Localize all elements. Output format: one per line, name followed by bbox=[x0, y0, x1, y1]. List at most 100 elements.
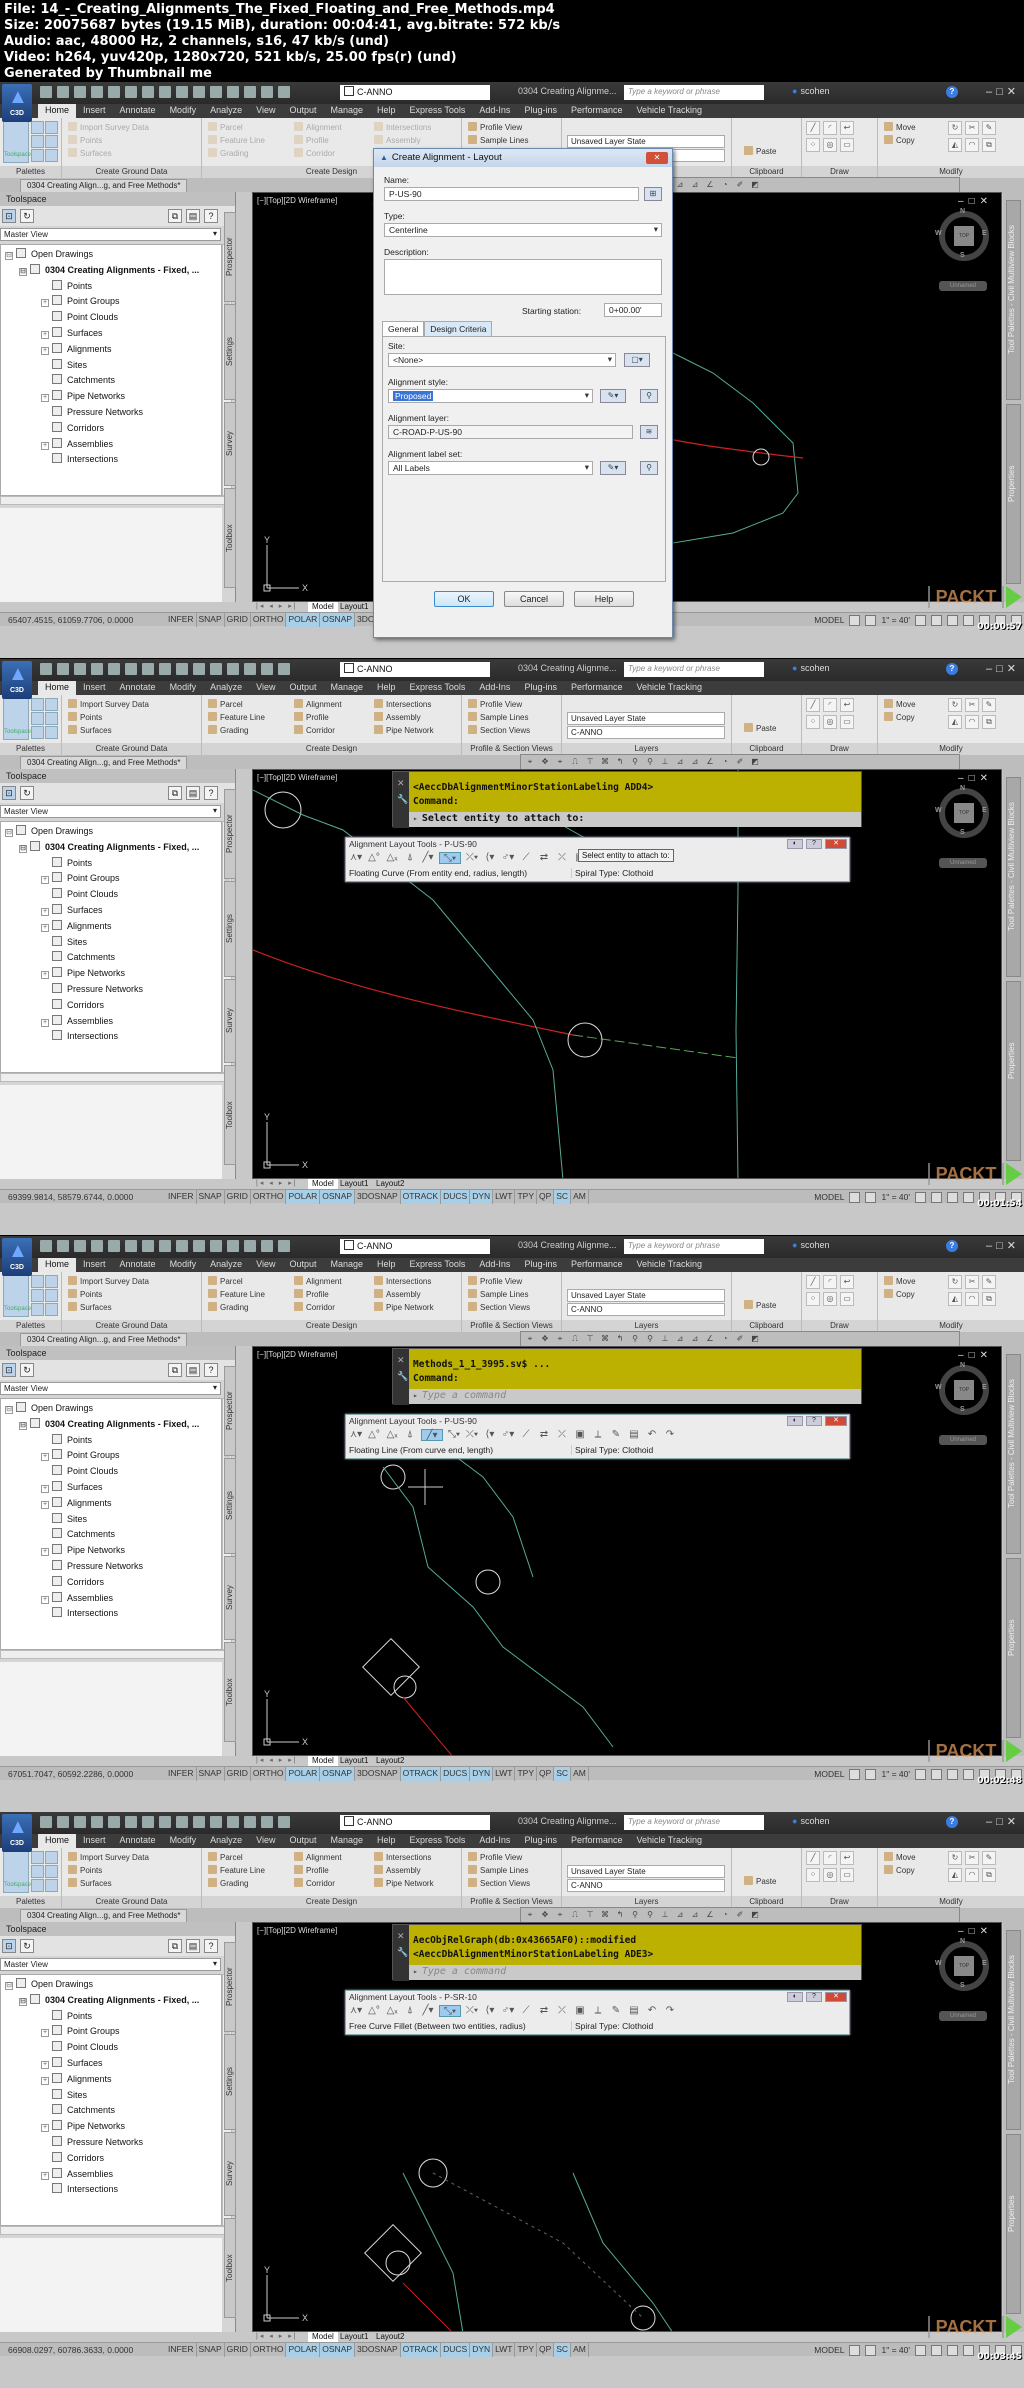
tool-icon[interactable]: ◩ bbox=[750, 180, 760, 190]
line-icon[interactable]: ╱ bbox=[806, 1275, 820, 1289]
erase-icon[interactable]: ✎ bbox=[982, 1851, 996, 1865]
open-icon[interactable] bbox=[57, 86, 69, 98]
offset-icon[interactable]: ⧉ bbox=[982, 1868, 996, 1882]
intersections-button[interactable]: Intersections bbox=[374, 122, 431, 132]
compass-north[interactable]: N bbox=[960, 785, 965, 792]
polyline-icon[interactable]: ↩ bbox=[840, 121, 854, 135]
tool-icon[interactable]: ⌘ bbox=[600, 1910, 610, 1920]
tool-icon[interactable]: ⊥ bbox=[660, 1334, 670, 1344]
corridor-button[interactable]: Corridor bbox=[294, 1878, 335, 1888]
close-icon[interactable]: ✕ bbox=[825, 1416, 847, 1426]
edit-label-set-icon[interactable]: ✎▾ bbox=[600, 461, 626, 475]
tab-model[interactable]: Model bbox=[308, 1179, 338, 1189]
expand-icon[interactable]: ⊟ bbox=[5, 252, 13, 260]
palette-icon[interactable] bbox=[45, 1865, 58, 1878]
tool-icon[interactable]: ⎍ bbox=[570, 1910, 580, 1920]
layout-tool-icon[interactable]: ⟋ bbox=[519, 852, 533, 864]
toggle-ducs[interactable]: DUCS bbox=[441, 2343, 471, 2357]
tree-item[interactable]: ⊟ 0304 Creating Alignments - Fixed, ... bbox=[5, 840, 221, 857]
window-icon[interactable] bbox=[227, 1816, 239, 1828]
rectangle-icon[interactable]: ▭ bbox=[840, 1292, 854, 1306]
layer-icon[interactable] bbox=[176, 86, 188, 98]
corridor-button[interactable]: Corridor bbox=[294, 148, 335, 158]
layer-combo[interactable]: C-ANNO bbox=[340, 1239, 490, 1254]
viewport-controls-label[interactable]: [−][Top][2D Wireframe] bbox=[257, 773, 337, 782]
toggle-3dosnap[interactable]: 3DOSNAP bbox=[355, 1190, 401, 1204]
layer-prev-icon[interactable] bbox=[193, 663, 205, 675]
viewport-window-controls[interactable]: –□✕ bbox=[958, 773, 993, 784]
annotation-scale[interactable]: 1" = 40' bbox=[881, 615, 910, 625]
tree-item[interactable]: + Surfaces bbox=[5, 326, 221, 343]
app-logo[interactable]: C3D bbox=[2, 661, 32, 699]
expand-icon[interactable]: + bbox=[41, 876, 49, 885]
quick-view-icon[interactable] bbox=[865, 1191, 877, 1203]
lock-icon[interactable] bbox=[963, 1768, 974, 1780]
layer-combo[interactable]: C-ANNO bbox=[340, 1815, 490, 1830]
toggle-ortho[interactable]: ORTHO bbox=[251, 613, 287, 627]
pipe-network-button[interactable]: Pipe Network bbox=[374, 1302, 434, 1312]
tool-icon[interactable]: ⊤ bbox=[585, 757, 595, 767]
tools-title[interactable]: Alignment Layout Tools - P-US-90 bbox=[349, 1416, 477, 1426]
layout-tool-icon[interactable]: ⤫ bbox=[555, 2005, 569, 2017]
command-window-grip[interactable]: ✕ 🔧 bbox=[393, 1925, 409, 1981]
side-tab-survey[interactable]: Survey bbox=[224, 402, 236, 486]
save-icon[interactable] bbox=[74, 86, 86, 98]
tool-icon[interactable]: ◩ bbox=[750, 757, 760, 767]
profile-view-button[interactable]: Profile View bbox=[468, 1852, 522, 1862]
side-tab-settings[interactable]: Settings bbox=[224, 2034, 236, 2130]
compass-east[interactable]: E bbox=[982, 1384, 987, 1391]
ribbon-tab-annotate[interactable]: Annotate bbox=[113, 104, 163, 118]
palette-icon[interactable] bbox=[45, 698, 58, 711]
ribbon-tab-express-tools[interactable]: Express Tools bbox=[403, 104, 473, 118]
expand-icon[interactable]: + bbox=[41, 907, 49, 916]
copy-icon[interactable]: ⧉ bbox=[168, 1363, 182, 1377]
palette-icon[interactable] bbox=[31, 1289, 44, 1302]
drawing-entity[interactable] bbox=[402, 2282, 453, 2332]
profile-view-button[interactable]: Profile View bbox=[468, 699, 522, 709]
tool-icon[interactable]: ⚲ bbox=[645, 1334, 655, 1344]
toggle-sc[interactable]: SC bbox=[554, 2343, 572, 2357]
close-icon[interactable]: ✕ bbox=[397, 778, 405, 789]
annotation-visibility-icon[interactable] bbox=[915, 614, 926, 626]
layer-icon[interactable] bbox=[176, 1240, 188, 1252]
layout-tool-icon[interactable]: ♂▾ bbox=[501, 852, 515, 864]
drawing-canvas[interactable] bbox=[253, 1923, 1002, 2332]
ribbon-tab-manage[interactable]: Manage bbox=[324, 104, 371, 118]
tree-item[interactable]: Pressure Networks bbox=[5, 405, 221, 422]
save-icon[interactable] bbox=[74, 1240, 86, 1252]
rectangle-icon[interactable]: ▭ bbox=[840, 1868, 854, 1882]
close-icon[interactable]: ✕ bbox=[825, 839, 847, 849]
save-icon[interactable] bbox=[74, 1816, 86, 1828]
copy-icon[interactable]: ⧉ bbox=[168, 209, 182, 223]
ribbon-tab-view[interactable]: View bbox=[249, 104, 282, 118]
ribbon-tab-performance[interactable]: Performance bbox=[564, 1258, 630, 1272]
move-button[interactable]: Move bbox=[884, 699, 916, 709]
palette-icon[interactable] bbox=[31, 1879, 44, 1892]
match-icon[interactable] bbox=[159, 1240, 171, 1252]
help-icon[interactable]: ? bbox=[204, 1363, 218, 1377]
layout-tool-icon[interactable]: ⤡▾ bbox=[439, 2005, 461, 2017]
tree-item[interactable]: Intersections bbox=[5, 453, 221, 469]
open-icon[interactable] bbox=[57, 663, 69, 675]
tree-item[interactable]: + Surfaces bbox=[5, 2056, 221, 2073]
side-tab-survey[interactable]: Survey bbox=[224, 2132, 236, 2216]
layout-nav-arrows[interactable]: |◂ ◂ ▸ ▸| bbox=[256, 1756, 298, 1764]
command-window-grip[interactable]: ✕ 🔧 bbox=[393, 1349, 409, 1405]
toggle-3dosnap[interactable]: 3DOSNAP bbox=[355, 2343, 401, 2357]
mirror-icon[interactable]: ◭ bbox=[948, 138, 962, 152]
user-name[interactable]: scohen bbox=[792, 1816, 829, 1826]
layout-tool-icon[interactable]: ⍋ bbox=[403, 852, 417, 864]
toggle-ducs[interactable]: DUCS bbox=[441, 1767, 471, 1781]
sample-lines-button[interactable]: Sample Lines bbox=[468, 1289, 528, 1299]
tree-item[interactable]: ⊟ Open Drawings bbox=[5, 1402, 221, 1418]
help-icon[interactable]: ? bbox=[204, 209, 218, 223]
help-icon[interactable]: ? bbox=[946, 1240, 958, 1252]
drawing-entity[interactable] bbox=[475, 1569, 501, 1595]
move-button[interactable]: Move bbox=[884, 122, 916, 132]
toggle-tpy[interactable]: TPY bbox=[515, 1767, 537, 1781]
copy-button[interactable]: Copy bbox=[884, 1865, 915, 1875]
tool-icon[interactable]: ⚲ bbox=[630, 1334, 640, 1344]
user-name[interactable]: scohen bbox=[792, 86, 829, 96]
tab-model[interactable]: Model bbox=[308, 2332, 338, 2342]
side-tab-toolbox[interactable]: Toolbox bbox=[224, 1642, 236, 1742]
